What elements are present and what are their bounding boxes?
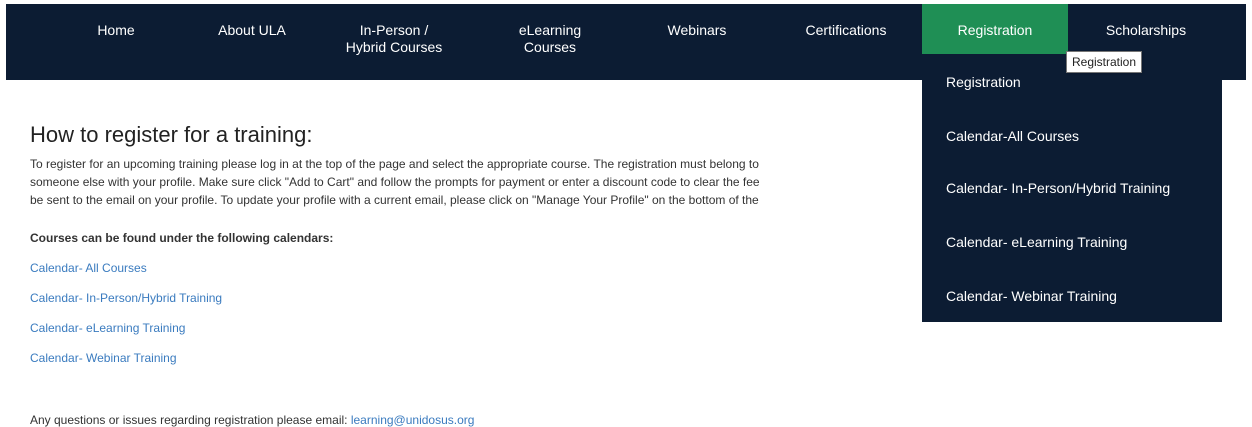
page-title: How to register for a training: bbox=[30, 122, 313, 147]
page: Home About ULA In-Person / Hybrid Course… bbox=[0, 0, 1252, 427]
contact-email-link[interactable]: learning@unidosus.org bbox=[351, 413, 475, 427]
registration-instructions: To register for an upcoming training ple… bbox=[30, 155, 930, 209]
link-calendar-elearning[interactable]: Calendar- eLearning Training bbox=[30, 321, 185, 335]
nav-registration-label: Registration bbox=[957, 22, 1033, 38]
nav-in-person-label-line2: Hybrid Courses bbox=[345, 39, 443, 55]
nav-webinars[interactable]: Webinars bbox=[654, 4, 740, 80]
nav-elearning-label-line1: eLearning bbox=[518, 22, 582, 38]
nav-elearning-label-line2: Courses bbox=[523, 39, 577, 55]
instructions-line: be sent to the email on your profile. To… bbox=[30, 193, 759, 207]
dropdown-item-calendar-webinar[interactable]: Calendar- Webinar Training bbox=[946, 288, 1117, 305]
nav-scholarships-label: Scholarships bbox=[1105, 22, 1187, 38]
dropdown-item-calendar-all-courses[interactable]: Calendar-All Courses bbox=[946, 128, 1079, 145]
nav-home[interactable]: Home bbox=[80, 4, 152, 80]
registration-tooltip: Registration bbox=[1066, 51, 1143, 73]
dropdown-item-calendar-elearning[interactable]: Calendar- eLearning Training bbox=[946, 234, 1127, 251]
registration-dropdown-menu: Registration Calendar-All Courses Calend… bbox=[922, 54, 1222, 322]
nav-registration[interactable]: Registration bbox=[922, 4, 1068, 54]
nav-certifications-label: Certifications bbox=[805, 22, 887, 38]
instructions-line: someone else with your profile. Make sur… bbox=[30, 175, 760, 189]
link-calendar-webinar[interactable]: Calendar- Webinar Training bbox=[30, 351, 177, 365]
instructions-line: To register for an upcoming training ple… bbox=[30, 157, 759, 171]
dropdown-item-calendar-in-person-hybrid[interactable]: Calendar- In-Person/Hybrid Training bbox=[946, 180, 1170, 197]
nav-certifications[interactable]: Certifications bbox=[788, 4, 904, 80]
contact-note-text: Any questions or issues regarding regist… bbox=[30, 413, 351, 427]
nav-about[interactable]: About ULA bbox=[202, 4, 302, 80]
calendars-subheading: Courses can be found under the following… bbox=[30, 231, 334, 245]
nav-home-label: Home bbox=[97, 22, 135, 38]
nav-webinars-label: Webinars bbox=[667, 22, 727, 38]
dropdown-item-registration[interactable]: Registration bbox=[946, 74, 1021, 91]
link-calendar-in-person-hybrid[interactable]: Calendar- In-Person/Hybrid Training bbox=[30, 291, 222, 305]
link-calendar-all-courses[interactable]: Calendar- All Courses bbox=[30, 261, 147, 275]
nav-in-person-hybrid[interactable]: In-Person / Hybrid Courses bbox=[334, 4, 454, 80]
nav-elearning[interactable]: eLearning Courses bbox=[508, 4, 592, 80]
nav-about-label: About ULA bbox=[218, 22, 286, 38]
nav-in-person-label-line1: In-Person / bbox=[359, 22, 429, 38]
contact-note: Any questions or issues regarding regist… bbox=[30, 413, 474, 427]
